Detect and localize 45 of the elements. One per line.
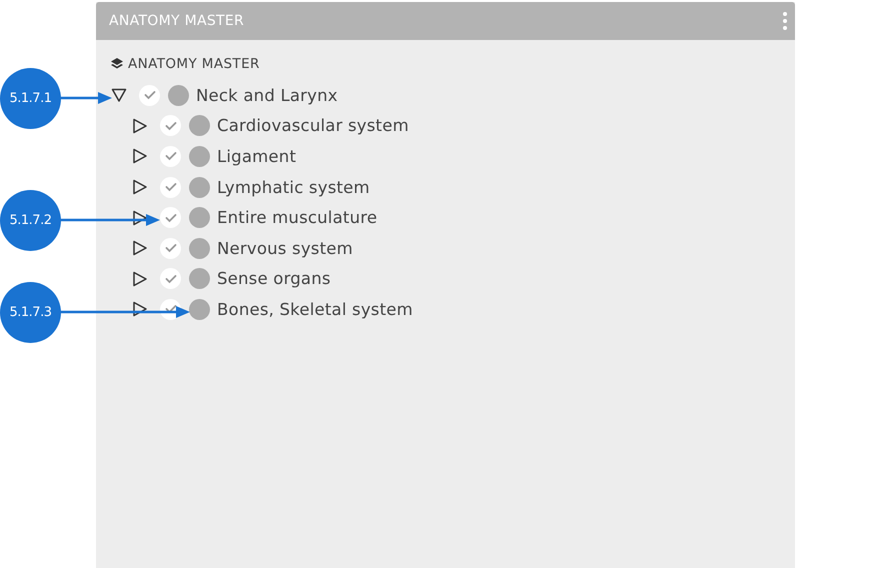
check-icon [164,120,176,131]
expanded-triangle-icon[interactable] [111,87,127,104]
check-icon [144,90,156,100]
collapsed-triangle-icon[interactable] [132,240,148,256]
tree-item-label[interactable]: Lymphatic system [217,178,370,197]
status-dot [189,115,210,136]
status-dot [168,84,189,106]
visibility-checkbox[interactable] [160,146,181,167]
collapsed-triangle-icon[interactable] [132,210,148,226]
tree-item-label[interactable]: Cardiovascular system [217,116,409,136]
tree-item-label[interactable]: Ligament [217,146,296,166]
tree-item-label[interactable]: Bones, Skeletal system [217,300,413,319]
visibility-checkbox[interactable] [160,268,181,290]
collapsed-triangle-icon[interactable] [132,148,148,164]
layers-icon [111,58,123,70]
status-dot [189,207,210,228]
tree-item-label[interactable]: Sense organs [217,269,331,288]
collapsed-triangle-icon[interactable] [132,301,148,318]
check-icon [164,243,176,254]
status-dot [189,238,210,259]
collapsed-triangle-icon[interactable] [132,118,148,134]
visibility-checkbox[interactable] [160,176,181,198]
collapsed-triangle-icon[interactable] [132,270,148,287]
status-dot [189,146,210,167]
panel-title: ANATOMY MASTER [109,13,244,29]
status-dot [189,268,210,290]
collapsed-triangle-icon[interactable] [132,179,148,196]
callout-arrow [58,92,112,104]
visibility-checkbox[interactable] [160,115,181,136]
tree-item-label[interactable]: Nervous system [217,238,353,258]
tree-heading: ANATOMY MASTER [128,56,260,72]
visibility-checkbox[interactable] [160,238,181,259]
check-icon [164,212,176,223]
callout-badge: 5.1.7.1 [0,68,61,129]
visibility-checkbox[interactable] [160,207,181,228]
check-icon [164,182,176,192]
tree-item-label[interactable]: Neck and Larynx [196,86,338,105]
check-icon [164,274,176,284]
visibility-checkbox[interactable] [139,84,160,106]
callout-badge: 5.1.7.3 [0,282,61,343]
status-dot [189,176,210,198]
tree-item-label[interactable]: Entire musculature [217,208,378,228]
status-dot [189,298,210,320]
callout-badge: 5.1.7.2 [0,190,61,251]
check-icon [164,151,176,162]
